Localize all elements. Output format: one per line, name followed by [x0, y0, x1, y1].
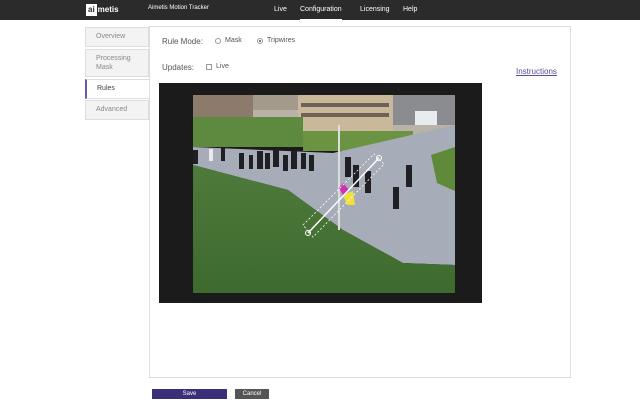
live-label: Live — [216, 63, 229, 70]
rule-mode-tripwires-option[interactable]: Tripwires — [257, 37, 295, 44]
mask-label: Mask — [225, 37, 242, 44]
cancel-button[interactable]: Cancel — [235, 389, 269, 399]
nav-configuration[interactable]: Configuration — [300, 0, 342, 20]
tab-advanced[interactable]: Advanced — [85, 100, 149, 120]
tab-processing-mask[interactable]: Processing Mask — [85, 49, 149, 77]
tab-rules[interactable]: Rules — [85, 79, 149, 99]
camera-view[interactable] — [193, 95, 455, 293]
rule-mode-label: Rule Mode: — [162, 37, 203, 46]
aimetis-logo: ai metis — [86, 3, 119, 17]
logo-rest: metis — [97, 5, 119, 14]
nav-live[interactable]: Live — [274, 0, 287, 20]
live-checkbox[interactable] — [206, 63, 212, 70]
camera-scene-image — [193, 95, 455, 293]
nav-help[interactable]: Help — [403, 0, 417, 20]
updates-label: Updates: — [162, 63, 195, 72]
rule-mode-mask-option[interactable]: Mask — [215, 37, 242, 44]
logo-highlight: ai — [86, 4, 97, 16]
top-bar: ai metis Aimetis Motion Tracker Live Con… — [0, 0, 640, 20]
live-updates-option[interactable]: Live — [206, 63, 229, 70]
mask-radio[interactable] — [215, 37, 221, 44]
nav-licensing[interactable]: Licensing — [360, 0, 390, 20]
tripwires-radio[interactable] — [257, 37, 263, 44]
save-button[interactable]: Save — [152, 389, 227, 399]
tripwires-label: Tripwires — [267, 37, 296, 44]
tab-overview[interactable]: Overview — [85, 27, 149, 47]
product-name: Aimetis Motion Tracker — [148, 5, 210, 11]
instructions-link[interactable]: Instructions — [516, 67, 557, 76]
